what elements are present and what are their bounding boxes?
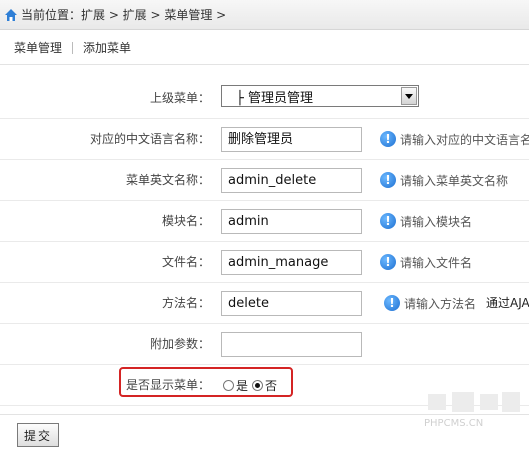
display-highlight-box bbox=[119, 367, 293, 397]
breadcrumb: 当前位置：扩展 > 扩展 > 菜单管理 > bbox=[0, 0, 529, 30]
tab-add-menu[interactable]: 添加菜单 bbox=[83, 39, 131, 56]
row-file: 文件名： admin_manage ! 请输入文件名 bbox=[0, 242, 529, 283]
params-label: 附加参数： bbox=[149, 337, 210, 351]
method-hint: ! 请输入方法名 bbox=[384, 283, 476, 323]
menu-form: 上级菜单： ├ 管理员管理 对应的中文语言名称： 删除管理员 ! 请输入对应的中… bbox=[0, 78, 529, 406]
module-label: 模块名： bbox=[161, 214, 210, 228]
submit-button[interactable]: 提交 bbox=[17, 423, 59, 447]
info-icon: ! bbox=[384, 295, 400, 311]
en-name-label: 菜单英文名称： bbox=[125, 173, 210, 187]
cn-name-label: 对应的中文语言名称： bbox=[89, 132, 210, 146]
cn-name-hint: ! 请输入对应的中文语言名 bbox=[380, 119, 529, 159]
ajax-note: 通过AJA bbox=[486, 296, 529, 310]
method-label: 方法名： bbox=[161, 296, 210, 310]
parent-menu-select[interactable]: ├ 管理员管理 bbox=[221, 85, 419, 107]
method-hint-text: 请输入方法名 bbox=[404, 296, 477, 311]
row-method: 方法名： delete ! 请输入方法名 通过AJA bbox=[0, 283, 529, 324]
info-icon: ! bbox=[380, 254, 396, 270]
row-module: 模块名： admin ! 请输入模块名 bbox=[0, 201, 529, 242]
file-input[interactable]: admin_manage bbox=[221, 250, 362, 275]
tab-menu-manage[interactable]: 菜单管理 bbox=[14, 39, 62, 56]
params-input[interactable] bbox=[221, 332, 362, 357]
tab-divider bbox=[72, 41, 74, 54]
en-name-input[interactable]: admin_delete bbox=[221, 168, 362, 193]
info-icon: ! bbox=[380, 172, 396, 188]
row-cn-name: 对应的中文语言名称： 删除管理员 ! 请输入对应的中文语言名 bbox=[0, 119, 529, 160]
breadcrumb-text: 当前位置：扩展 > 扩展 > 菜单管理 > bbox=[21, 8, 227, 22]
row-parent-menu: 上级菜单： ├ 管理员管理 bbox=[0, 78, 529, 119]
row-en-name: 菜单英文名称： admin_delete ! 请输入菜单英文名称 bbox=[0, 160, 529, 201]
module-hint-text: 请输入模块名 bbox=[400, 214, 473, 229]
tab-bar: 菜单管理 添加菜单 bbox=[0, 31, 529, 65]
module-input[interactable]: admin bbox=[221, 209, 362, 234]
file-hint-text: 请输入文件名 bbox=[400, 255, 473, 270]
phpcms-watermark: PHPCMS.CN bbox=[424, 392, 520, 429]
row-params: 附加参数： bbox=[0, 324, 529, 365]
file-hint: ! 请输入文件名 bbox=[380, 242, 472, 282]
parent-menu-value: ├ 管理员管理 bbox=[236, 90, 313, 106]
file-label: 文件名： bbox=[161, 255, 210, 269]
cn-name-hint-text: 请输入对应的中文语言名 bbox=[400, 132, 529, 147]
en-name-hint-text: 请输入菜单英文名称 bbox=[400, 173, 509, 188]
info-icon: ! bbox=[380, 131, 396, 147]
watermark-text: PHPCMS.CN bbox=[424, 418, 483, 429]
module-hint: ! 请输入模块名 bbox=[380, 201, 472, 241]
home-icon[interactable] bbox=[4, 8, 18, 22]
parent-menu-label: 上级菜单： bbox=[149, 91, 210, 105]
info-icon: ! bbox=[380, 213, 396, 229]
cn-name-input[interactable]: 删除管理员 bbox=[221, 127, 362, 152]
method-input[interactable]: delete bbox=[221, 291, 362, 316]
chevron-down-icon[interactable] bbox=[401, 87, 417, 105]
en-name-hint: ! 请输入菜单英文名称 bbox=[380, 160, 508, 200]
